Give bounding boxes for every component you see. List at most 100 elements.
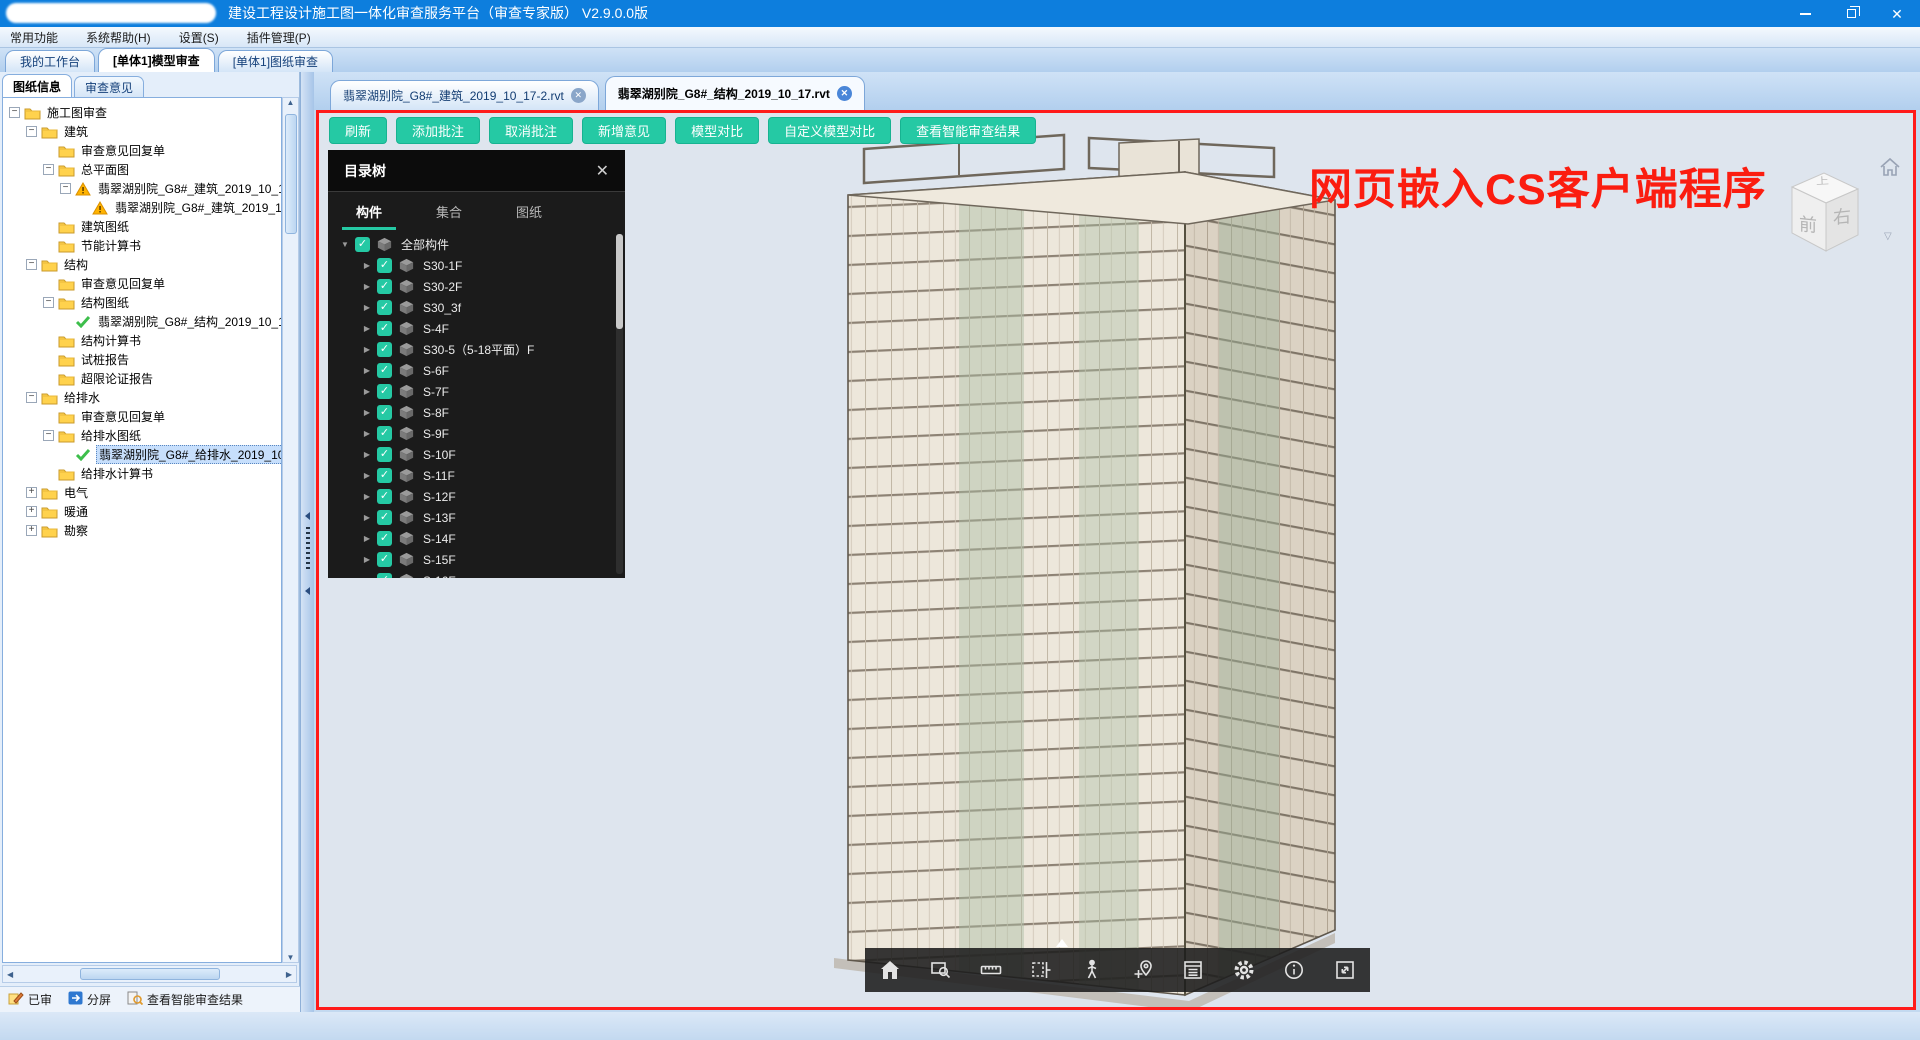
tree-row[interactable]: −结构图纸: [3, 293, 281, 312]
catalog-row[interactable]: ▶✓S-6F: [328, 360, 615, 381]
expander-closed-icon[interactable]: ▶: [362, 408, 372, 417]
expander-closed-icon[interactable]: ▶: [362, 324, 372, 333]
tree-expander-icon[interactable]: −: [43, 430, 54, 441]
tree-expander-icon[interactable]: −: [9, 107, 20, 118]
status-item-0[interactable]: 已审: [8, 991, 52, 1008]
component-checkbox[interactable]: ✓: [377, 384, 392, 399]
fullscreen-icon[interactable]: [1332, 957, 1358, 983]
tree-vertical-scroll-thumb[interactable]: [285, 114, 297, 234]
viewer-toolbar-button-3[interactable]: 新增意见: [582, 117, 666, 144]
expander-closed-icon[interactable]: ▶: [362, 345, 372, 354]
status-item-1[interactable]: 分屏: [68, 991, 111, 1008]
tree-row[interactable]: 节能计算书: [3, 236, 281, 255]
component-checkbox[interactable]: ✓: [377, 342, 392, 357]
catalog-row[interactable]: ▶✓S-13F: [328, 507, 615, 528]
component-checkbox[interactable]: ✓: [377, 552, 392, 567]
catalog-row[interactable]: ▶✓S-10F: [328, 444, 615, 465]
menu-item-2[interactable]: 设置(S): [179, 29, 233, 46]
catalog-row[interactable]: ▶✓S-11F: [328, 465, 615, 486]
expander-closed-icon[interactable]: ▶: [362, 492, 372, 501]
catalog-row[interactable]: ▶✓S-12F: [328, 486, 615, 507]
catalog-row[interactable]: ▶✓S-15F: [328, 549, 615, 570]
scroll-down-icon[interactable]: ▼: [287, 953, 295, 962]
view-home-icon[interactable]: [1879, 157, 1901, 177]
tree-row[interactable]: −结构: [3, 255, 281, 274]
walk-icon[interactable]: [1079, 957, 1105, 983]
catalog-row[interactable]: ▶✓S30-2F: [328, 276, 615, 297]
tree-row[interactable]: 建筑图纸: [3, 217, 281, 236]
document-tab-close-icon[interactable]: ✕: [571, 88, 586, 103]
collapse-left-icon[interactable]: [305, 512, 310, 520]
main-tab-2[interactable]: [单体1]图纸审查: [218, 50, 333, 72]
component-checkbox[interactable]: ✓: [377, 321, 392, 336]
catalog-scrollbar[interactable]: [616, 234, 623, 574]
component-checkbox[interactable]: ✓: [377, 468, 392, 483]
tree-expander-icon[interactable]: −: [26, 259, 37, 270]
expander-closed-icon[interactable]: ▶: [362, 387, 372, 396]
tree-expander-icon[interactable]: −: [60, 183, 71, 194]
properties-icon[interactable]: [1180, 957, 1206, 983]
tree-expander-icon[interactable]: +: [26, 487, 37, 498]
tree-expander-icon[interactable]: −: [43, 164, 54, 175]
tree-row[interactable]: −施工图审查: [3, 103, 281, 122]
main-tab-1[interactable]: [单体1]模型审查: [98, 48, 215, 72]
expander-closed-icon[interactable]: ▶: [362, 534, 372, 543]
expander-closed-icon[interactable]: ▶: [362, 471, 372, 480]
catalog-row[interactable]: ▶✓S-16F: [328, 570, 615, 578]
catalog-row[interactable]: ▶✓S-14F: [328, 528, 615, 549]
tree-expander-icon[interactable]: +: [26, 506, 37, 517]
catalog-tab-1[interactable]: 集合: [436, 192, 462, 230]
component-checkbox[interactable]: ✓: [377, 447, 392, 462]
tree-row[interactable]: 翡翠湖别院_G8#_给排水_2019_10_17: [3, 445, 281, 464]
component-checkbox[interactable]: ✓: [377, 405, 392, 420]
tree-row[interactable]: 翡翠湖别院_G8#_结构_2019_10_17. r: [3, 312, 281, 331]
expander-closed-icon[interactable]: ▶: [362, 555, 372, 564]
scroll-left-icon[interactable]: ◀: [7, 970, 13, 979]
menu-item-1[interactable]: 系统帮助(H): [86, 29, 165, 46]
tree-row[interactable]: −总平面图: [3, 160, 281, 179]
tree-row[interactable]: +电气: [3, 483, 281, 502]
expander-closed-icon[interactable]: ▶: [362, 366, 372, 375]
catalog-row[interactable]: ▶✓S-7F: [328, 381, 615, 402]
document-tab-1[interactable]: 翡翠湖别院_G8#_结构_2019_10_17.rvt✕: [605, 76, 865, 110]
component-checkbox[interactable]: ✓: [377, 426, 392, 441]
catalog-row[interactable]: ▶✓S30-1F: [328, 255, 615, 276]
expander-closed-icon[interactable]: ▶: [362, 450, 372, 459]
tree-row[interactable]: +勘察: [3, 521, 281, 540]
main-tab-0[interactable]: 我的工作台: [5, 50, 95, 72]
measure-icon[interactable]: [978, 957, 1004, 983]
catalog-tab-0[interactable]: 构件: [356, 192, 382, 230]
panel-splitter[interactable]: [300, 72, 314, 1012]
component-checkbox[interactable]: ✓: [377, 258, 392, 273]
component-checkbox[interactable]: ✓: [377, 489, 392, 504]
left-panel-tab-1[interactable]: 审查意见: [74, 76, 144, 97]
expander-closed-icon[interactable]: ▶: [362, 282, 372, 291]
section-icon[interactable]: [1029, 957, 1055, 983]
expander-closed-icon[interactable]: ▶: [362, 303, 372, 312]
document-tab-close-icon[interactable]: ✕: [837, 86, 852, 101]
component-checkbox[interactable]: ✓: [377, 510, 392, 525]
splitter-grip[interactable]: [306, 527, 310, 571]
close-button[interactable]: ✕: [1874, 0, 1920, 27]
zoom-window-icon[interactable]: [928, 957, 954, 983]
tree-row[interactable]: 审查意见回复单: [3, 141, 281, 160]
restore-button[interactable]: [1828, 0, 1874, 27]
document-tab-0[interactable]: 翡翠湖别院_G8#_建筑_2019_10_17-2.rvt✕: [330, 80, 599, 110]
viewer-toolbar-button-1[interactable]: 添加批注: [396, 117, 480, 144]
tree-horizontal-scrollbar[interactable]: ◀ ▶: [2, 965, 297, 983]
home-icon[interactable]: [877, 957, 903, 983]
component-checkbox[interactable]: ✓: [377, 279, 392, 294]
component-checkbox[interactable]: ✓: [377, 531, 392, 546]
location-pin-icon[interactable]: [1130, 957, 1156, 983]
expander-closed-icon[interactable]: ▶: [362, 513, 372, 522]
tree-row[interactable]: 审查意见回复单: [3, 274, 281, 293]
catalog-row[interactable]: ▼✓全部构件: [328, 234, 615, 255]
catalog-scroll-thumb[interactable]: [616, 234, 623, 329]
settings-gear-icon[interactable]: [1231, 957, 1257, 983]
tree-expander-icon[interactable]: −: [43, 297, 54, 308]
viewer-toolbar-button-5[interactable]: 自定义模型对比: [768, 117, 891, 144]
expander-closed-icon[interactable]: ▶: [362, 576, 372, 578]
expander-open-icon[interactable]: ▼: [340, 240, 350, 249]
tree-row[interactable]: 超限论证报告: [3, 369, 281, 388]
catalog-row[interactable]: ▶✓S-9F: [328, 423, 615, 444]
